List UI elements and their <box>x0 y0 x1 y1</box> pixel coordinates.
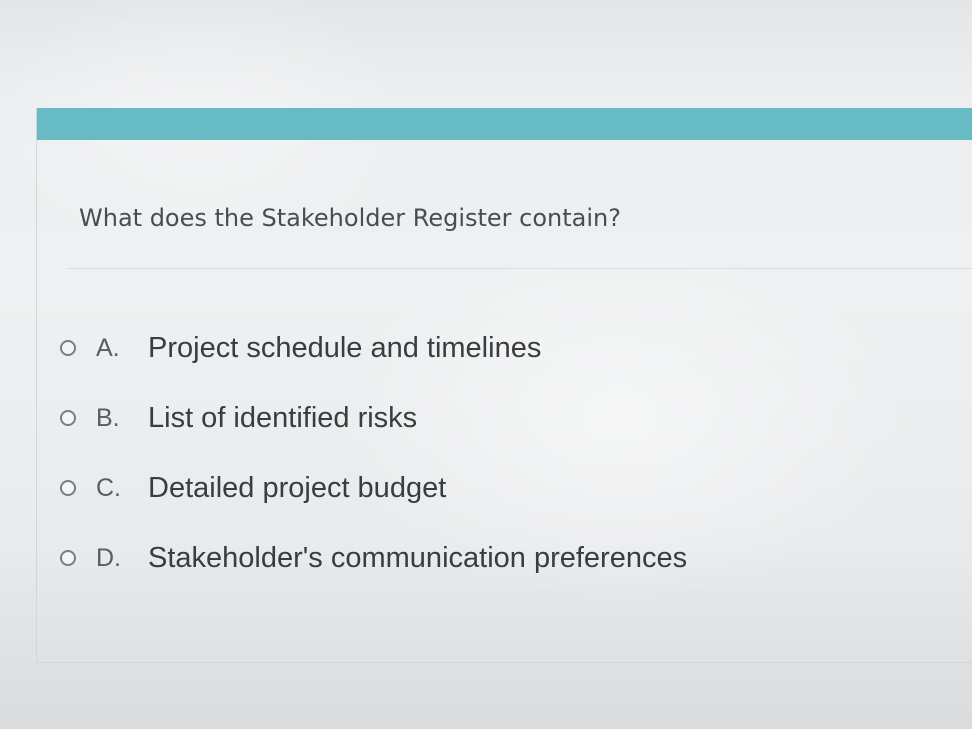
answer-option-d[interactable]: D. Stakeholder's communication preferenc… <box>60 538 687 578</box>
option-text[interactable]: Detailed project budget <box>148 472 446 505</box>
radio-unselected-icon[interactable] <box>60 550 76 566</box>
answer-option-a[interactable]: A. Project schedule and timelines <box>60 328 541 368</box>
radio-unselected-icon[interactable] <box>60 480 76 496</box>
option-text[interactable]: Stakeholder's communication preferences <box>148 542 687 575</box>
answer-option-b[interactable]: B. List of identified risks <box>60 398 417 438</box>
question-text: What does the Stakeholder Register conta… <box>79 204 622 232</box>
option-text[interactable]: Project schedule and timelines <box>148 332 541 365</box>
option-text[interactable]: List of identified risks <box>148 402 417 435</box>
radio-unselected-icon[interactable] <box>60 340 76 356</box>
answer-option-c[interactable]: C. Detailed project budget <box>60 468 446 508</box>
option-letter: D. <box>96 543 121 572</box>
option-letter: A. <box>96 333 120 362</box>
question-divider <box>67 268 972 269</box>
option-letter: B. <box>96 403 120 432</box>
question-card: What does the Stakeholder Register conta… <box>36 108 972 663</box>
card-header-bar <box>37 108 972 140</box>
radio-unselected-icon[interactable] <box>60 410 76 426</box>
option-letter: C. <box>96 473 121 502</box>
